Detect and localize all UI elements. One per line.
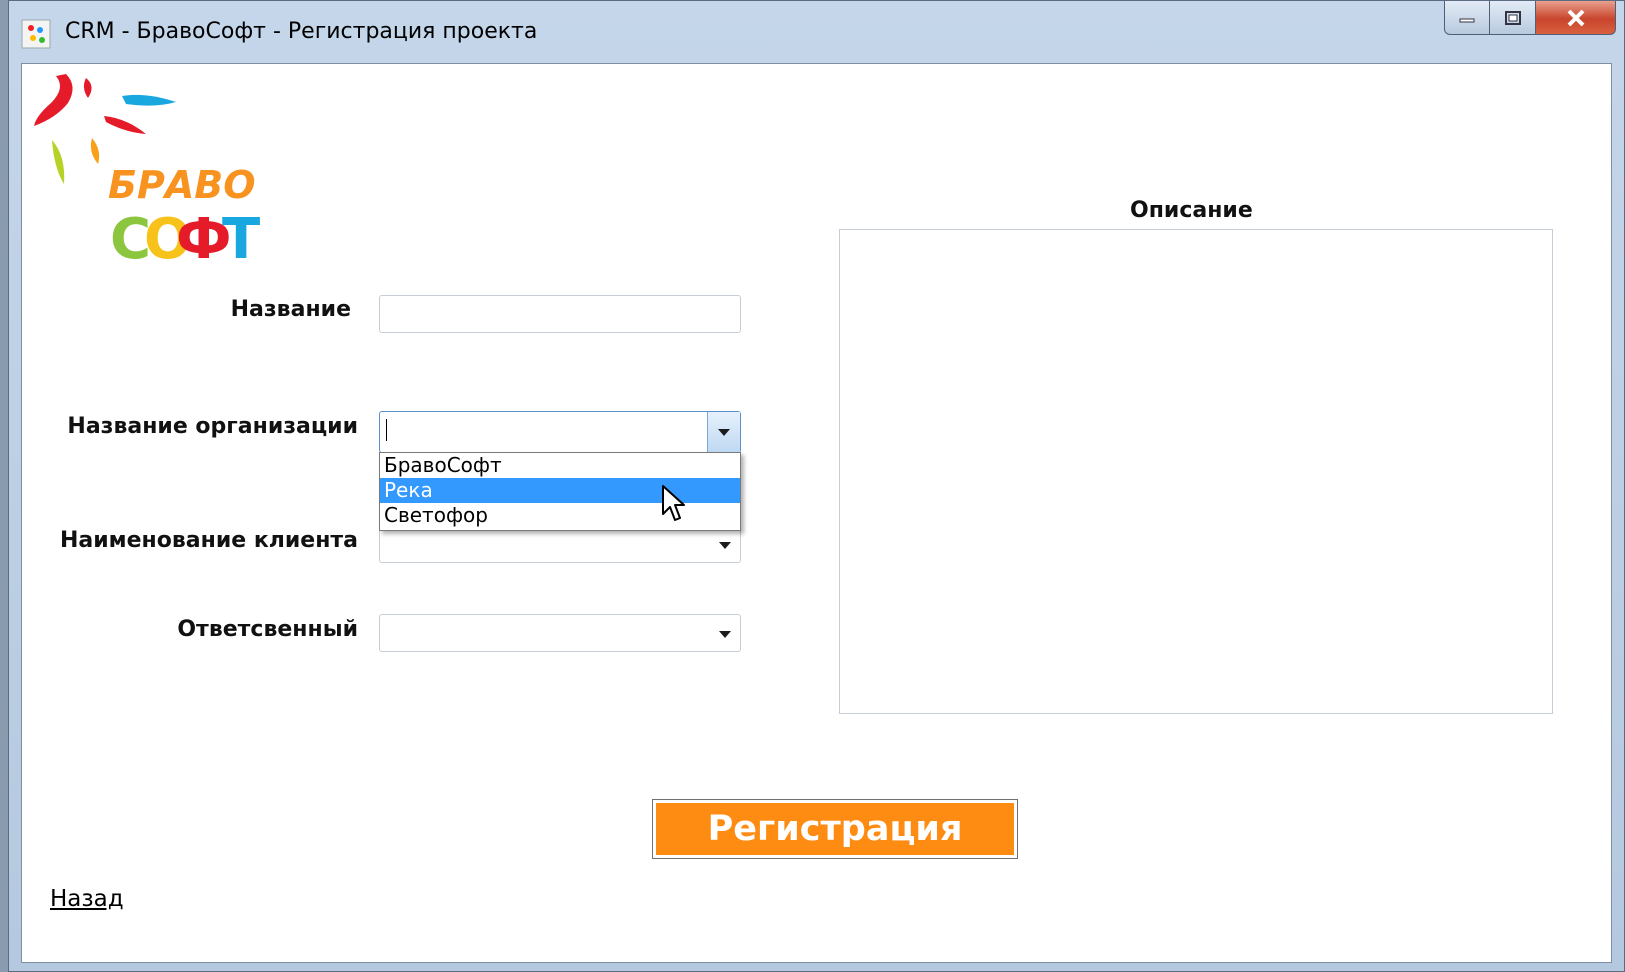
text-caret: [386, 419, 387, 441]
mouse-pointer-icon: [662, 485, 685, 521]
description-title: Описание: [1130, 198, 1253, 223]
close-icon: [1567, 9, 1584, 26]
maximize-button[interactable]: [1490, 1, 1536, 35]
client-label: Наименование клиента: [59, 528, 358, 553]
minimize-button[interactable]: [1444, 1, 1490, 35]
org-combobox[interactable]: [379, 411, 741, 453]
maximize-icon: [1504, 10, 1521, 25]
form-area: БРАВО С О Ф Т Название Название организа…: [21, 63, 1612, 963]
svg-text:БРАВО: БРАВО: [108, 163, 256, 207]
title-bar[interactable]: CRM - БравоСофт - Регистрация проекта: [9, 1, 1624, 63]
window-title: CRM - БравоСофт - Регистрация проекта: [65, 19, 538, 44]
register-button-label: Регистрация: [656, 803, 1014, 855]
name-label: Название: [230, 297, 351, 322]
chevron-down-icon[interactable]: [718, 629, 732, 639]
org-option-bravosoft[interactable]: БравоСофт: [380, 453, 740, 478]
responsible-label: Ответсвенный: [177, 617, 358, 642]
org-dropdown-button[interactable]: [707, 412, 740, 452]
name-input[interactable]: [379, 295, 741, 333]
register-button[interactable]: Регистрация: [652, 799, 1018, 859]
app-icon: [21, 19, 51, 49]
svg-text:Т: Т: [222, 207, 260, 268]
org-label: Название организации: [67, 414, 358, 439]
chevron-down-icon: [718, 429, 730, 436]
minimize-icon: [1459, 18, 1475, 22]
back-link[interactable]: Назад: [50, 886, 124, 912]
chevron-down-icon[interactable]: [718, 540, 732, 550]
responsible-combobox[interactable]: [379, 614, 741, 652]
description-textarea[interactable]: [839, 229, 1553, 714]
app-window: CRM - БравоСофт - Регистрация проекта БР…: [8, 0, 1625, 972]
bravosoft-logo: БРАВО С О Ф Т: [34, 74, 260, 268]
close-button[interactable]: [1536, 1, 1616, 35]
window-controls: [1444, 1, 1616, 47]
